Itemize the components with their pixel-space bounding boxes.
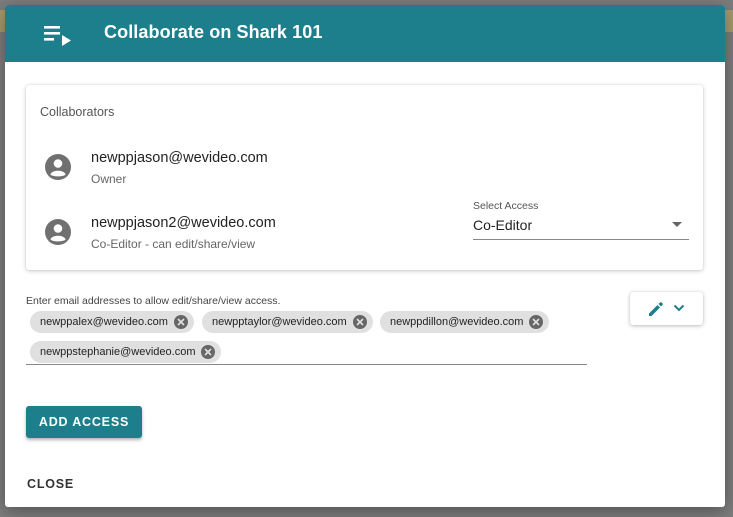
- close-button[interactable]: CLOSE: [27, 477, 74, 491]
- dropdown-caret-icon: [672, 222, 682, 227]
- access-select[interactable]: Select Access Co-Editor: [473, 200, 689, 240]
- remove-chip-icon[interactable]: [352, 315, 367, 329]
- remove-chip-icon[interactable]: [173, 315, 188, 329]
- collaborator-email: newppjason@wevideo.com: [91, 150, 268, 166]
- access-select-label: Select Access: [473, 200, 539, 212]
- email-chip: newppdillon@wevideo.com: [380, 311, 550, 333]
- email-input-hint: Enter email addresses to allow edit/shar…: [26, 295, 281, 307]
- chevron-down-icon: [673, 304, 685, 312]
- access-select-value: Co-Editor: [473, 217, 533, 233]
- email-chip: newppstephanie@wevideo.com: [30, 341, 222, 363]
- remove-chip-icon[interactable]: [529, 315, 544, 329]
- collaborator-email: newppjason2@wevideo.com: [91, 215, 276, 231]
- account-circle-icon: [45, 219, 71, 245]
- add-access-button[interactable]: ADD ACCESS: [26, 406, 142, 438]
- email-chip: newpptaylor@wevideo.com: [202, 311, 373, 333]
- collaborators-title: Collaborators: [40, 105, 115, 119]
- email-chip-label: newppalex@wevideo.com: [40, 316, 168, 328]
- email-chip: newppalex@wevideo.com: [30, 311, 194, 333]
- account-circle-icon: [45, 154, 71, 180]
- playlist-play-icon: [44, 26, 71, 46]
- remove-chip-icon[interactable]: [201, 345, 216, 359]
- email-chip-label: newppstephanie@wevideo.com: [40, 346, 196, 358]
- pencil-icon: [649, 302, 663, 316]
- collaborator-role: Co-Editor - can edit/share/view: [91, 237, 256, 251]
- collaborate-dialog: Collaborate on Shark 101 Collaborators n…: [5, 5, 725, 507]
- collaborators-card: Collaborators newppjason@wevideo.com Own…: [26, 85, 703, 270]
- permission-menu-button[interactable]: [630, 292, 703, 325]
- email-chip-label: newpptaylor@wevideo.com: [212, 316, 347, 328]
- email-chip-input[interactable]: newppalex@wevideo.com newpptaylor@wevide…: [26, 309, 587, 365]
- collaborator-role: Owner: [91, 172, 127, 186]
- email-chip-label: newppdillon@wevideo.com: [390, 316, 524, 328]
- dialog-header: Collaborate on Shark 101: [5, 5, 725, 62]
- dialog-title: Collaborate on Shark 101: [104, 22, 323, 42]
- collaborator-row: newppjason@wevideo.com Owner: [26, 147, 703, 191]
